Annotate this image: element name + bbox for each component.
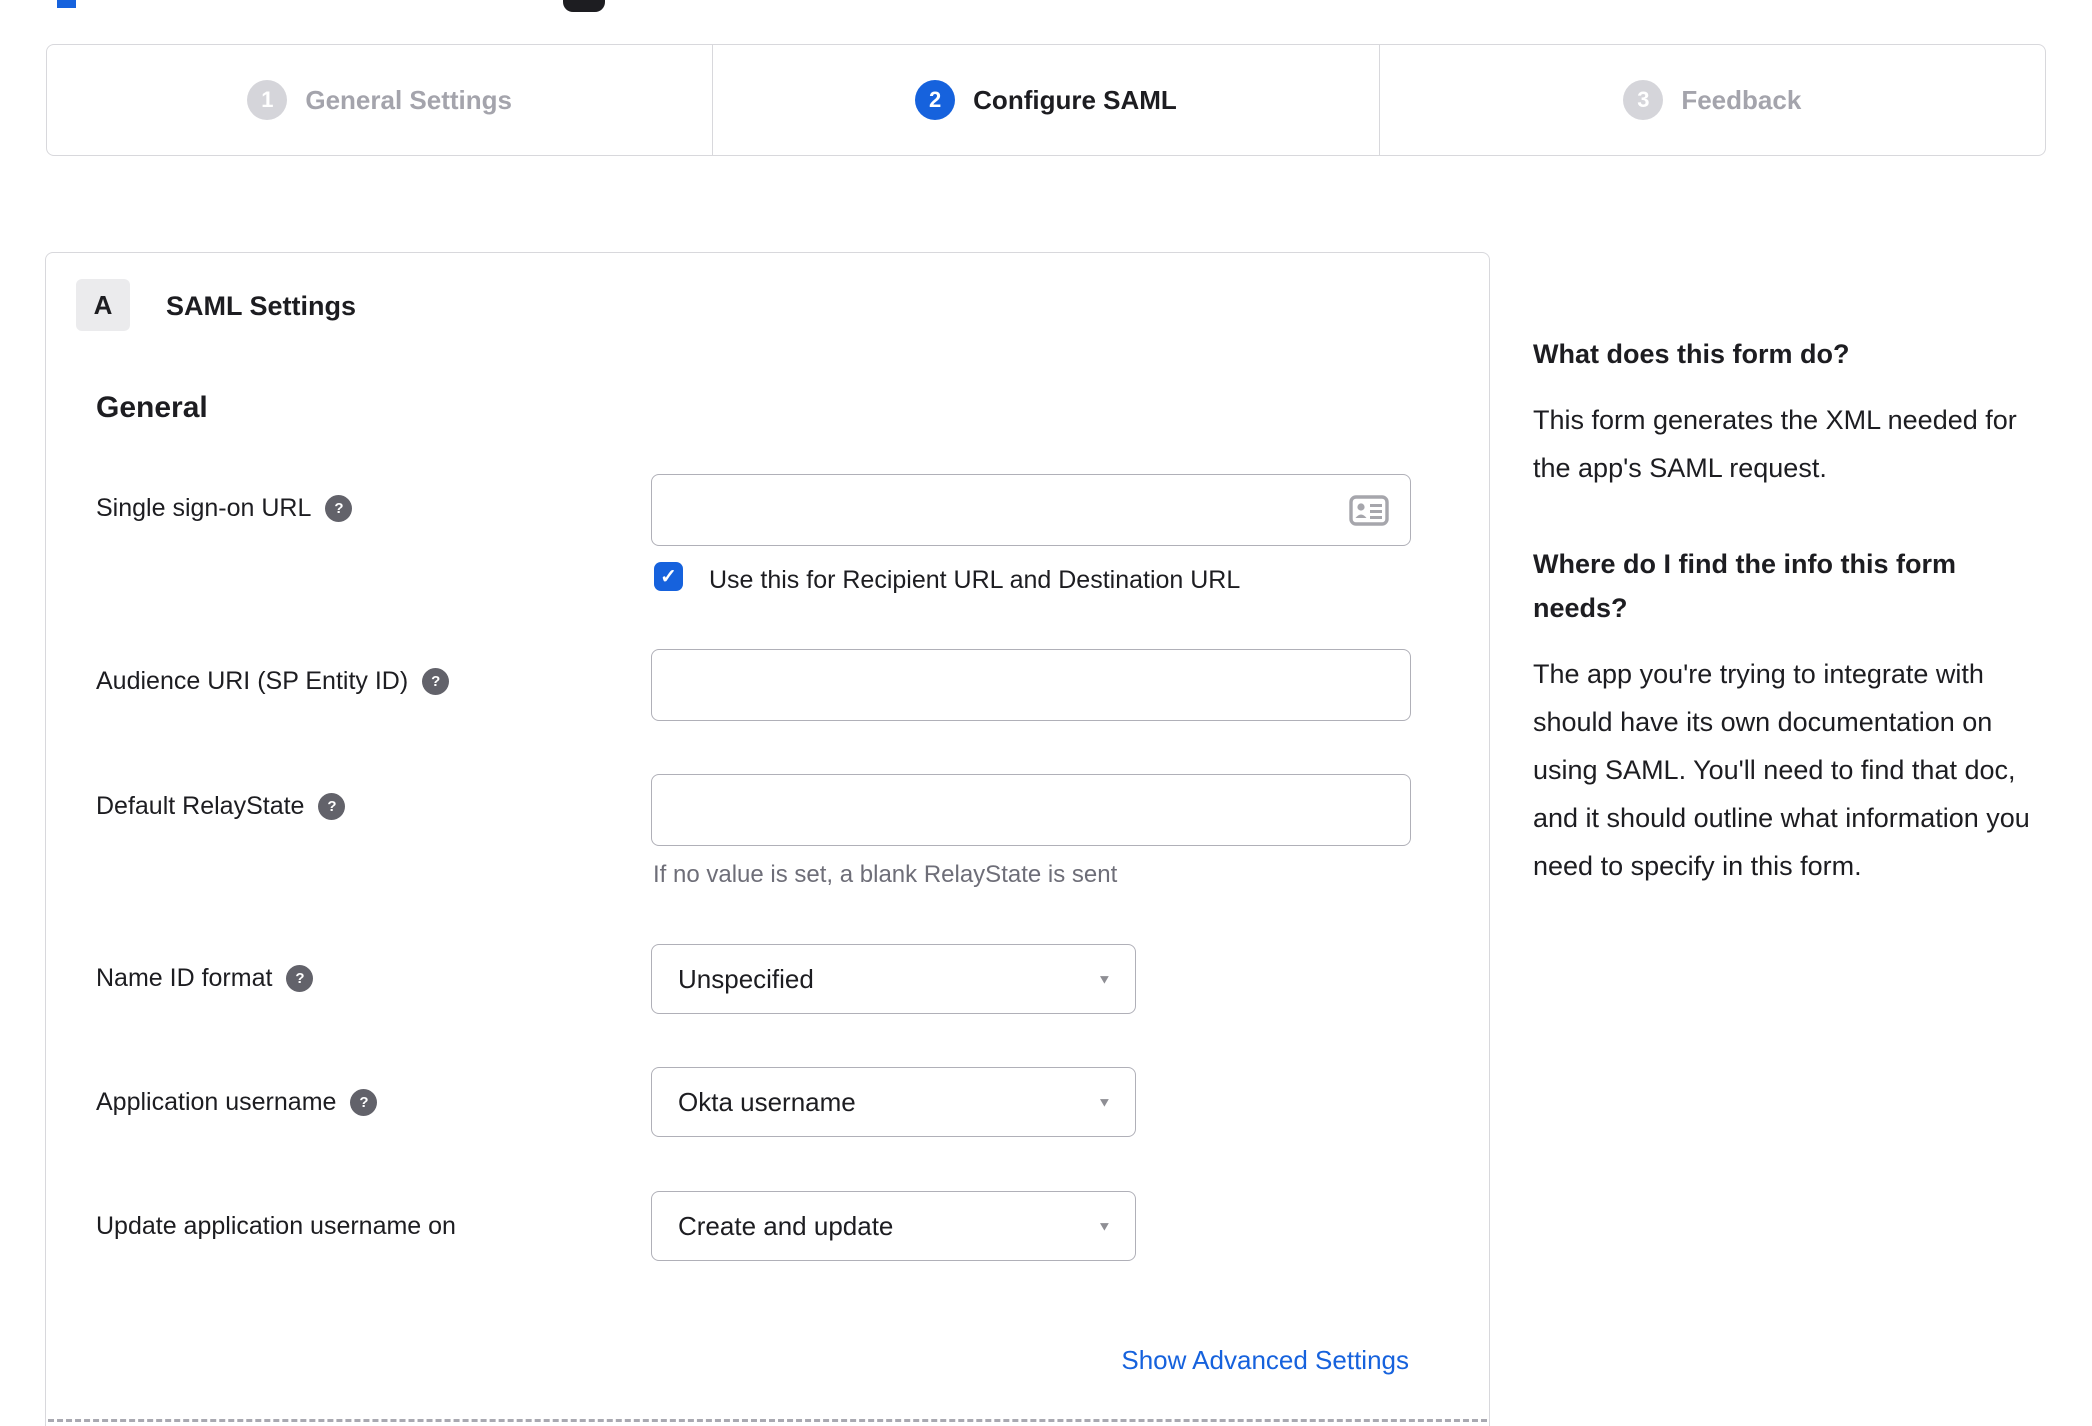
- saml-settings-panel: A SAML Settings General Single sign-on U…: [45, 252, 1490, 1426]
- header-fragment-icon: [563, 0, 605, 12]
- name-id-format-label: Name ID format ?: [96, 964, 314, 993]
- wizard-stepper: 1 General Settings 2 Configure SAML 3 Fe…: [46, 44, 2046, 156]
- step-general-settings[interactable]: 1 General Settings: [47, 45, 712, 155]
- step-number-badge: 1: [247, 80, 288, 120]
- recipient-url-checkbox[interactable]: ✓: [654, 562, 683, 591]
- default-relaystate-input[interactable]: [651, 774, 1411, 846]
- step-configure-saml[interactable]: 2 Configure SAML: [712, 45, 1378, 155]
- relaystate-hint: If no value is set, a blank RelayState i…: [653, 861, 1118, 888]
- audience-uri-input[interactable]: [651, 649, 1411, 721]
- help-icon[interactable]: ?: [286, 965, 314, 992]
- help-icon[interactable]: ?: [422, 668, 450, 695]
- default-relaystate-label: Default RelayState ?: [96, 792, 346, 821]
- single-sign-on-url-input[interactable]: [651, 474, 1411, 546]
- help-question-body: This form generates the XML needed for t…: [1533, 405, 2017, 483]
- field-label-text: Audience URI (SP Entity ID): [96, 667, 409, 695]
- default-relaystate-field: [651, 774, 1411, 846]
- group-title-general: General: [96, 391, 208, 424]
- step-label: Configure SAML: [973, 84, 1177, 115]
- panel-title: SAML Settings: [166, 291, 357, 321]
- chevron-down-icon: ▼: [1097, 971, 1112, 987]
- update-username-label: Update application username on: [96, 1212, 456, 1241]
- section-a-badge: A: [76, 279, 130, 331]
- help-question-title: Where do I find the info this form needs…: [1533, 549, 1956, 623]
- field-label-text: Name ID format: [96, 964, 273, 992]
- select-value: Okta username: [678, 1086, 856, 1117]
- field-label-text: Default RelayState: [96, 792, 305, 820]
- application-username-select[interactable]: Okta username ▼: [651, 1067, 1136, 1137]
- step-number-badge: 3: [1623, 80, 1664, 120]
- step-feedback[interactable]: 3 Feedback: [1378, 45, 2045, 155]
- help-icon[interactable]: ?: [325, 495, 353, 522]
- logo-fragment-icon: [57, 0, 76, 8]
- help-question-body: The app you're trying to integrate with …: [1533, 659, 2030, 881]
- field-label-text: Update application username on: [96, 1212, 456, 1240]
- help-icon[interactable]: ?: [318, 793, 346, 820]
- single-sign-on-url-field: [651, 474, 1411, 546]
- name-id-format-select[interactable]: Unspecified ▼: [651, 944, 1136, 1014]
- step-label: General Settings: [305, 84, 512, 115]
- chevron-down-icon: ▼: [1097, 1094, 1112, 1110]
- select-value: Create and update: [678, 1210, 894, 1241]
- contact-card-icon: [1349, 495, 1389, 531]
- select-value: Unspecified: [678, 963, 814, 994]
- audience-uri-label: Audience URI (SP Entity ID) ?: [96, 667, 450, 696]
- help-sidebar: What does this form do? This form genera…: [1533, 332, 2041, 890]
- help-icon[interactable]: ?: [350, 1089, 378, 1116]
- help-question-title: What does this form do?: [1533, 339, 1850, 369]
- audience-uri-field: [651, 649, 1411, 721]
- chevron-down-icon: ▼: [1097, 1218, 1112, 1234]
- checkmark-icon: ✓: [660, 566, 677, 588]
- section-divider: [48, 1419, 1487, 1422]
- recipient-url-checkbox-label[interactable]: Use this for Recipient URL and Destinati…: [709, 566, 1240, 595]
- show-advanced-settings-link[interactable]: Show Advanced Settings: [1121, 1345, 1409, 1376]
- application-username-label: Application username ?: [96, 1088, 378, 1117]
- step-number-badge: 2: [915, 80, 956, 120]
- single-sign-on-url-label: Single sign-on URL ?: [96, 494, 353, 523]
- update-username-select[interactable]: Create and update ▼: [651, 1191, 1136, 1261]
- field-label-text: Single sign-on URL: [96, 494, 312, 522]
- step-label: Feedback: [1681, 84, 1802, 115]
- field-label-text: Application username: [96, 1088, 337, 1116]
